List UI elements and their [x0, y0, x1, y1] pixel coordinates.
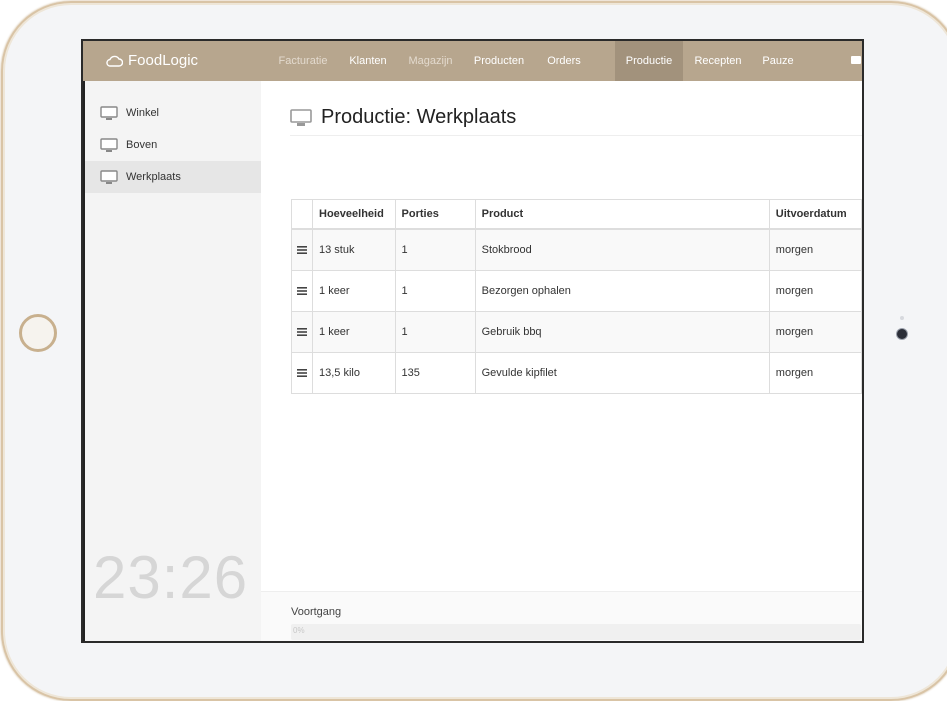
page-title: Productie: Werkplaats	[290, 106, 516, 129]
progress-bar: 0%	[291, 624, 861, 640]
tray-icon[interactable]	[851, 56, 861, 64]
monitor-icon	[290, 108, 312, 126]
cell-porties: 1	[394, 228, 476, 271]
hamburger-icon	[297, 369, 307, 377]
cell-uitvoerdatum: morgen	[768, 352, 862, 394]
sidebar-item-boven[interactable]: Boven	[85, 129, 261, 161]
sidebar-item-werkplaats[interactable]: Werkplaats	[85, 161, 261, 193]
col-product[interactable]: Product	[474, 199, 770, 230]
nav-magazijn[interactable]: Magazijn	[403, 41, 458, 81]
drag-handle[interactable]	[290, 228, 314, 271]
sidebar: Winkel Boven Werkplaats 23:26	[85, 81, 262, 641]
monitor-icon	[100, 105, 118, 120]
cloud-icon	[106, 55, 123, 67]
table-row[interactable]: 1 keer 1 Gebruik bbq morgen	[290, 311, 862, 353]
top-navbar: FoodLogic Facturatie Klanten Magazijn Pr…	[83, 41, 862, 81]
nav-klanten[interactable]: Klanten	[343, 41, 393, 81]
drag-handle[interactable]	[290, 311, 314, 353]
col-hoeveelheid[interactable]: Hoeveelheid	[312, 199, 396, 230]
screen: FoodLogic Facturatie Klanten Magazijn Pr…	[83, 41, 862, 641]
hamburger-icon	[297, 246, 307, 254]
footer: Voortgang 0%	[261, 591, 862, 641]
cell-uitvoerdatum: morgen	[768, 228, 862, 271]
cell-porties: 1	[394, 311, 476, 353]
table-row[interactable]: 13 stuk 1 Stokbrood morgen	[290, 228, 862, 271]
cell-product: Bezorgen ophalen	[474, 270, 770, 312]
sidebar-item-label: Winkel	[126, 107, 160, 119]
cell-product: Gevulde kipfilet	[474, 352, 770, 394]
cell-uitvoerdatum: morgen	[768, 270, 862, 312]
nav-pauze[interactable]: Pauze	[755, 41, 801, 81]
monitor-icon	[100, 137, 118, 152]
clock: 23:26	[93, 544, 249, 611]
brand-name: FoodLogic	[128, 52, 199, 69]
nav-orders[interactable]: Orders	[539, 41, 589, 81]
brand[interactable]: FoodLogic	[105, 41, 198, 81]
nav-facturatie[interactable]: Facturatie	[273, 41, 333, 81]
cell-hoeveelheid: 13,5 kilo	[312, 352, 396, 394]
front-camera	[897, 329, 907, 339]
col-uitvoerdatum[interactable]: Uitvoerdatum	[768, 199, 862, 230]
col-porties[interactable]: Porties	[394, 199, 476, 230]
cell-product: Gebruik bbq	[474, 311, 770, 353]
nav-recepten[interactable]: Recepten	[688, 41, 748, 81]
progress-text: 0%	[293, 626, 305, 635]
table-header-row: Hoeveelheid Porties Product Uitvoerdatum	[290, 199, 862, 230]
drag-handle[interactable]	[290, 352, 314, 394]
home-button[interactable]	[19, 314, 57, 352]
main-content: Productie: Werkplaats Hoeveelheid Portie…	[261, 81, 862, 641]
nav-productie[interactable]: Productie	[615, 41, 683, 81]
cell-hoeveelheid: 1 keer	[312, 270, 396, 312]
monitor-icon	[100, 169, 118, 184]
title-divider	[290, 135, 862, 136]
cell-uitvoerdatum: morgen	[768, 311, 862, 353]
production-table: Hoeveelheid Porties Product Uitvoerdatum…	[290, 199, 862, 394]
cell-porties: 135	[394, 352, 476, 394]
sidebar-item-label: Boven	[126, 139, 158, 151]
sidebar-item-winkel[interactable]: Winkel	[85, 97, 261, 129]
col-handle	[290, 199, 314, 230]
nav-producten[interactable]: Producten	[469, 41, 529, 81]
progress-label: Voortgang	[291, 606, 342, 618]
drag-handle[interactable]	[290, 270, 314, 312]
light-sensor	[900, 316, 904, 320]
cell-product: Stokbrood	[474, 228, 770, 271]
cell-hoeveelheid: 1 keer	[312, 311, 396, 353]
cell-porties: 1	[394, 270, 476, 312]
page-title-text: Productie: Werkplaats	[321, 106, 517, 128]
cell-hoeveelheid: 13 stuk	[312, 228, 396, 271]
table-row[interactable]: 1 keer 1 Bezorgen ophalen morgen	[290, 270, 862, 312]
hamburger-icon	[297, 328, 307, 336]
hamburger-icon	[297, 287, 307, 295]
sidebar-item-label: Werkplaats	[126, 171, 181, 183]
table-row[interactable]: 13,5 kilo 135 Gevulde kipfilet morgen	[290, 352, 862, 394]
